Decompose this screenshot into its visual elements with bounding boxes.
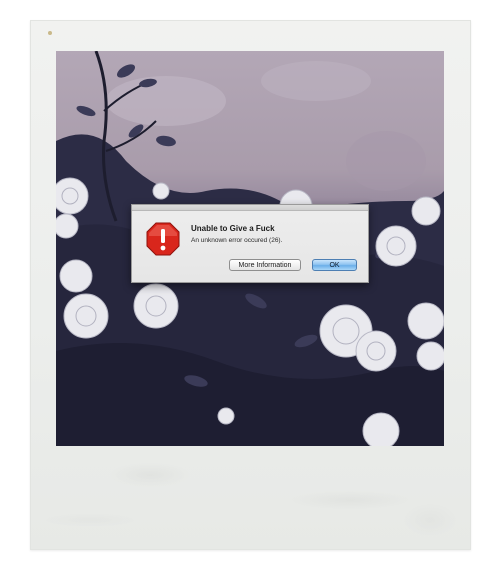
- more-information-button[interactable]: More Information: [229, 259, 301, 271]
- dialog-titlebar: [132, 205, 368, 211]
- alert-icon: [146, 222, 180, 256]
- error-alert-dialog: Unable to Give a Fuck An unknown error o…: [131, 204, 369, 283]
- dialog-title: Unable to Give a Fuck: [191, 224, 275, 233]
- ok-button[interactable]: OK: [312, 259, 357, 271]
- dialog-message: An unknown error occured (26).: [191, 237, 283, 244]
- polaroid-frame: Unable to Give a Fuck An unknown error o…: [30, 20, 471, 550]
- paper-speck: [48, 31, 52, 35]
